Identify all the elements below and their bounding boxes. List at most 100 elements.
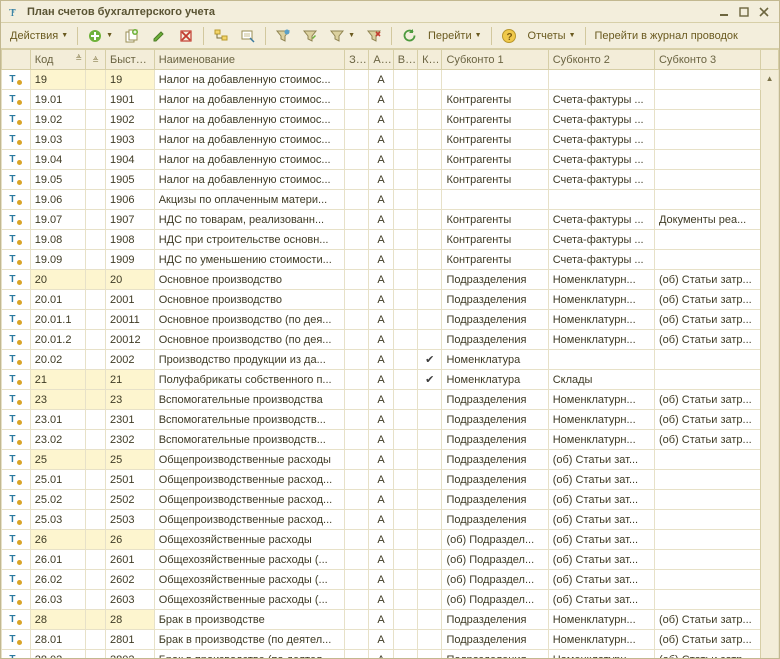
table-row[interactable]: T19.051905Налог на добавленную стоимос..… — [2, 170, 779, 190]
table-row[interactable]: T2525Общепроизводственные расходыАПодраз… — [2, 450, 779, 470]
table-row[interactable]: T26.032603Общехозяйственные расходы (...… — [2, 590, 779, 610]
row-icon: T — [2, 610, 31, 630]
cell-a: А — [369, 650, 393, 659]
filter-history-button[interactable]: ▼ — [324, 25, 360, 47]
help-button[interactable]: ? — [496, 25, 522, 47]
table-row[interactable]: T20.01.120011Основное производство (по д… — [2, 310, 779, 330]
cell-fast: 2503 — [106, 510, 155, 530]
cell-fast: 23 — [106, 390, 155, 410]
hierarchy-button[interactable] — [208, 25, 234, 47]
actions-menu[interactable]: Действия ▼ — [5, 25, 73, 47]
col-fast[interactable]: Быстр... — [106, 50, 155, 70]
table-row[interactable]: T2020Основное производствоАПодразделения… — [2, 270, 779, 290]
table-row[interactable]: T26.022602Общехозяйственные расходы (...… — [2, 570, 779, 590]
delete-button[interactable] — [173, 25, 199, 47]
maximize-button[interactable] — [735, 5, 753, 19]
table-row[interactable]: T19.011901Налог на добавленную стоимос..… — [2, 90, 779, 110]
vertical-scrollbar[interactable]: ▲ — [761, 70, 779, 659]
table-row[interactable]: T19.021902Налог на добавленную стоимос..… — [2, 110, 779, 130]
cell-z — [345, 490, 369, 510]
table-row[interactable]: T2121Полуфабрикаты собственного п...А✔Но… — [2, 370, 779, 390]
table-row[interactable]: T25.022502Общепроизводственные расход...… — [2, 490, 779, 510]
cell-z — [345, 210, 369, 230]
filter-by-button[interactable] — [270, 25, 296, 47]
col-sub2[interactable]: Субконто 2 — [548, 50, 654, 70]
cell-fast: 1905 — [106, 170, 155, 190]
table-row[interactable]: T2828Брак в производствеАПодразделенияНо… — [2, 610, 779, 630]
col-k[interactable]: К... — [418, 50, 442, 70]
row-icon: T — [2, 410, 31, 430]
cell-sub1 — [442, 70, 548, 90]
col-sort-secondary[interactable]: ≜ — [86, 50, 106, 70]
actions-label: Действия — [10, 30, 58, 42]
col-v[interactable]: В... — [393, 50, 417, 70]
close-button[interactable] — [755, 5, 773, 19]
cell-z — [345, 70, 369, 90]
table-row[interactable]: T2626Общехозяйственные расходыА(об) Подр… — [2, 530, 779, 550]
refresh-button[interactable] — [396, 25, 422, 47]
cell-z — [345, 230, 369, 250]
cell-k — [418, 330, 442, 350]
table-row[interactable]: T19.031903Налог на добавленную стоимос..… — [2, 130, 779, 150]
copy-button[interactable] — [119, 25, 145, 47]
cell-a: А — [369, 430, 393, 450]
table-row[interactable]: T19.041904Налог на добавленную стоимос..… — [2, 150, 779, 170]
cell-k — [418, 630, 442, 650]
cell-sub1: Подразделения — [442, 290, 548, 310]
toolbar-separator — [203, 27, 204, 45]
cell-sort — [86, 370, 106, 390]
table-row[interactable]: T19.071907НДС по товарам, реализованн...… — [2, 210, 779, 230]
table-row[interactable]: T23.022302Вспомогательные производств...… — [2, 430, 779, 450]
accounts-grid[interactable]: Код≜ ≜ Быстр... Наименование З... А... В… — [1, 49, 779, 658]
cell-fast: 2802 — [106, 650, 155, 659]
table-row[interactable]: T25.032503Общепроизводственные расход...… — [2, 510, 779, 530]
cell-sub1: Подразделения — [442, 490, 548, 510]
goto-menu[interactable]: Перейти ▼ — [423, 25, 487, 47]
col-sub3[interactable]: Субконто 3 — [654, 50, 760, 70]
col-icon[interactable] — [2, 50, 31, 70]
col-a[interactable]: А... — [369, 50, 393, 70]
table-row[interactable]: T23.012301Вспомогательные производств...… — [2, 410, 779, 430]
table-row[interactable]: T19.061906Акцизы по оплаченным матери...… — [2, 190, 779, 210]
table-row[interactable]: T2323Вспомогательные производстваАПодраз… — [2, 390, 779, 410]
table-row[interactable]: T25.012501Общепроизводственные расход...… — [2, 470, 779, 490]
cell-sort — [86, 490, 106, 510]
cell-v — [393, 470, 417, 490]
cell-fast: 2601 — [106, 550, 155, 570]
cell-v — [393, 630, 417, 650]
table-row[interactable]: T19.091909НДС по уменьшению стоимости...… — [2, 250, 779, 270]
cell-a: А — [369, 330, 393, 350]
col-code[interactable]: Код≜ — [30, 50, 85, 70]
cell-a: А — [369, 470, 393, 490]
scroll-up-icon[interactable]: ▲ — [761, 70, 778, 86]
reports-menu[interactable]: Отчеты ▼ — [523, 25, 581, 47]
minimize-button[interactable] — [715, 5, 733, 19]
filter-clear-button[interactable] — [361, 25, 387, 47]
cell-fast: 20011 — [106, 310, 155, 330]
table-row[interactable]: T28.012801Брак в производстве (по деятел… — [2, 630, 779, 650]
table-row[interactable]: T20.01.220012Основное производство (по д… — [2, 330, 779, 350]
table-row[interactable]: T20.022002Производство продукции из да..… — [2, 350, 779, 370]
table-row[interactable]: T26.012601Общехозяйственные расходы (...… — [2, 550, 779, 570]
row-icon: T — [2, 110, 31, 130]
cell-z — [345, 590, 369, 610]
col-sub1[interactable]: Субконто 1 — [442, 50, 548, 70]
table-row[interactable]: T19.081908НДС при строительстве основн..… — [2, 230, 779, 250]
filter-edit-button[interactable] — [297, 25, 323, 47]
cell-sub3 — [654, 370, 760, 390]
table-row[interactable]: T1919Налог на добавленную стоимос...А▲ — [2, 70, 779, 90]
col-z[interactable]: З... — [345, 50, 369, 70]
cell-fast: 2001 — [106, 290, 155, 310]
journal-button[interactable]: Перейти в журнал проводок — [590, 25, 743, 47]
col-name[interactable]: Наименование — [154, 50, 344, 70]
chevron-down-icon: ▼ — [569, 32, 576, 39]
find-button[interactable] — [235, 25, 261, 47]
cell-k — [418, 90, 442, 110]
table-row[interactable]: T28.022802Брак в производстве (по деятел… — [2, 650, 779, 659]
cell-v — [393, 530, 417, 550]
cell-name: Вспомогательные производств... — [154, 430, 344, 450]
edit-button[interactable] — [146, 25, 172, 47]
table-row[interactable]: T20.012001Основное производствоАПодразде… — [2, 290, 779, 310]
cell-sub3: (об) Статьи затр... — [654, 630, 760, 650]
add-button[interactable]: ▼ — [82, 25, 118, 47]
